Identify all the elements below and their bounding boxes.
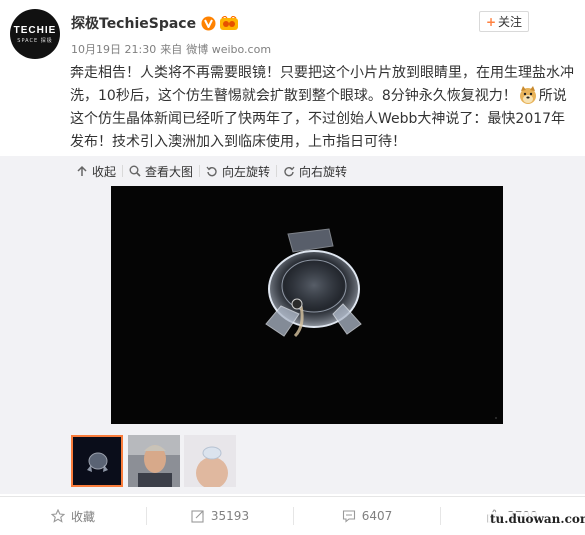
repost-button[interactable]: 35193 — [147, 509, 293, 523]
rotate-left-button[interactable]: 向左旋转 — [200, 163, 276, 180]
thumbnail-portrait-image — [128, 435, 180, 487]
rotate-right-button[interactable]: 向右旋转 — [277, 163, 353, 180]
rotate-left-icon — [206, 166, 217, 177]
rotate-right-label: 向右旋转 — [299, 164, 348, 179]
rotate-right-icon — [284, 166, 295, 177]
comment-count: 6407 — [361, 509, 393, 523]
repost-count: 35193 — [210, 509, 250, 523]
comment-button[interactable]: 6407 — [294, 509, 440, 523]
follow-button-label: 关注 — [498, 15, 523, 29]
thumbnail-2[interactable] — [128, 435, 180, 487]
follow-button[interactable]: + 关注 — [479, 11, 529, 32]
post-text: 奔走相告！人类将不再需要眼镜！只要把这个小片片放到眼睛里，在用生理盐水冲洗，10… — [70, 62, 576, 154]
favorite-button[interactable]: 收藏 — [0, 508, 146, 525]
user-name-row: 探极TechieSpace — [71, 13, 239, 33]
image-toolbar: 收起 查看大图 向左旋转 向右旋转 — [0, 156, 585, 186]
favorite-label: 收藏 — [70, 509, 95, 524]
thumbnail-1[interactable] — [71, 435, 123, 487]
user-name[interactable]: 探极TechieSpace — [71, 13, 196, 33]
thumbnail-fingertip-image — [184, 435, 236, 487]
doge-emoji-icon — [519, 86, 536, 104]
post-source[interactable]: 微博 weibo.com — [186, 41, 271, 57]
verified-icon[interactable] — [201, 16, 216, 31]
star-icon — [50, 509, 65, 523]
vip-badge-icon[interactable] — [219, 15, 239, 31]
view-large-button[interactable]: 查看大图 — [123, 163, 199, 180]
thumbnail-lens-image — [73, 437, 121, 485]
avatar-brand-text: TECHIE — [13, 24, 57, 36]
collapse-button[interactable]: 收起 — [70, 163, 122, 180]
magnifier-icon — [129, 165, 141, 177]
post-meta: 10月19日 21:30 来自 微博 weibo.com — [71, 41, 271, 57]
bionic-lens-image — [111, 186, 503, 424]
avatar[interactable]: TECHIE SPACE 探极 — [10, 9, 60, 59]
watermark: tu.duowan.com — [488, 512, 585, 526]
thumbnail-strip — [0, 432, 585, 494]
post-text-part1: 奔走相告！人类将不再需要眼镜！只要把这个小片片放到眼睛里，在用生理盐水冲洗，10… — [70, 65, 574, 104]
collapse-label: 收起 — [92, 164, 117, 179]
main-photo[interactable] — [111, 186, 503, 424]
avatar-sub-text: SPACE 探极 — [17, 37, 53, 44]
view-large-label: 查看大图 — [145, 164, 194, 179]
source-prefix: 来自 — [160, 43, 183, 56]
plus-icon: + — [485, 14, 497, 29]
post-time[interactable]: 10月19日 21:30 — [71, 41, 156, 57]
arrow-up-icon — [77, 165, 87, 176]
photo-area — [0, 186, 585, 432]
thumbnail-3[interactable] — [184, 435, 236, 487]
comment-icon — [342, 510, 355, 523]
repost-icon — [191, 510, 204, 523]
rotate-left-label: 向左旋转 — [222, 164, 271, 179]
